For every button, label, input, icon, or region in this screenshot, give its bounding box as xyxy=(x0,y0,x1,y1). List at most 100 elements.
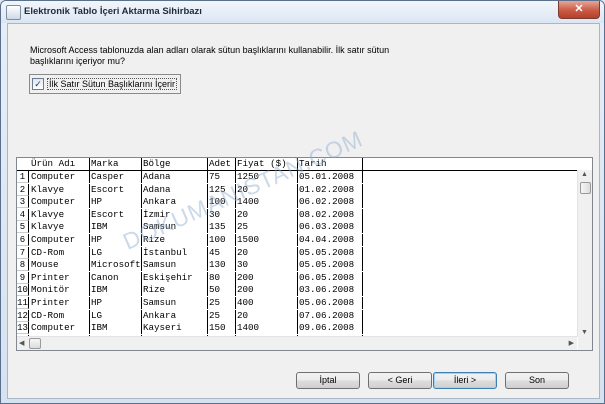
scroll-left-icon[interactable]: ◀ xyxy=(19,339,24,347)
table-cell: İzmir xyxy=(142,208,208,221)
grid-header: Ürün Adı Marka Bölge Adet Fiyat ($) Tarih xyxy=(17,158,577,171)
table-cell: 75 xyxy=(208,171,236,183)
table-cell: IBM xyxy=(90,284,142,297)
back-button[interactable]: < Geri xyxy=(368,372,432,389)
row-number[interactable]: 3 xyxy=(17,196,29,209)
table-cell: Kayseri xyxy=(142,322,208,335)
table-cell: HP xyxy=(90,196,142,209)
table-cell: HP xyxy=(90,297,142,309)
table-cell: 25 xyxy=(236,221,298,234)
column-header-tarih[interactable]: Tarih xyxy=(298,158,363,170)
scrollbar-corner xyxy=(578,337,592,350)
table-cell: CD-Rom xyxy=(30,246,90,259)
table-cell: Samsun xyxy=(142,297,208,309)
row-number[interactable]: 13 xyxy=(17,322,29,335)
row-number[interactable]: 9 xyxy=(17,271,29,284)
table-cell: 06.02.2008 xyxy=(298,196,363,209)
table-cell: 05.06.2008 xyxy=(298,297,363,309)
table-cell: 135 xyxy=(208,221,236,234)
table-cell: Adana xyxy=(142,183,208,196)
table-cell: 20 xyxy=(236,183,298,196)
table-cell: 20 xyxy=(236,208,298,221)
table-cell: 400 xyxy=(236,297,298,309)
wizard-body: Microsoft Access tablonuzda alan adları … xyxy=(7,23,600,399)
table-cell: 30 xyxy=(236,259,298,272)
table-cell: IBM xyxy=(90,322,142,335)
table-cell: HP xyxy=(90,234,142,246)
row-number[interactable]: 11 xyxy=(17,297,29,309)
finish-button[interactable]: Son xyxy=(505,372,569,389)
scroll-down-icon[interactable]: ▼ xyxy=(581,329,588,336)
table-cell: IBM xyxy=(90,221,142,234)
table-cell: 200 xyxy=(236,284,298,297)
table-cell: 06.03.2008 xyxy=(298,221,363,234)
vertical-scrollbar[interactable]: ▲ ▼ xyxy=(577,170,592,337)
title-bar[interactable]: Elektronik Tablo İçeri Aktarma Sihirbazı… xyxy=(1,1,604,23)
table-cell: 06.05.2008 xyxy=(298,271,363,284)
table-cell: Samsun xyxy=(142,221,208,234)
table-cell: Computer xyxy=(30,234,90,246)
table-cell: 130 xyxy=(208,259,236,272)
table-cell: 100 xyxy=(208,196,236,209)
table-cell: Printer xyxy=(30,297,90,309)
close-button[interactable]: ✕ xyxy=(558,1,600,19)
row-number[interactable]: 12 xyxy=(17,309,29,322)
table-cell: 20 xyxy=(236,309,298,322)
table-cell: 08.02.2008 xyxy=(298,208,363,221)
table-cell: 1250 xyxy=(236,171,298,183)
header-checkbox-group: ✓ İlk Satır Sütun Başlıklarını İçerir xyxy=(29,74,181,94)
row-number[interactable]: 8 xyxy=(17,259,29,272)
vertical-scroll-thumb[interactable] xyxy=(580,182,591,194)
table-cell: 200 xyxy=(236,271,298,284)
row-number[interactable]: 10 xyxy=(17,284,29,297)
wizard-window: Elektronik Tablo İçeri Aktarma Sihirbazı… xyxy=(0,0,605,404)
horizontal-scrollbar[interactable]: ◀ ▶ xyxy=(17,336,577,350)
horizontal-scroll-thumb[interactable] xyxy=(29,338,41,349)
header-checkbox[interactable]: ✓ xyxy=(32,78,44,90)
column-header-marka[interactable]: Marka xyxy=(90,158,142,170)
table-cell: Klavye xyxy=(30,221,90,234)
row-number[interactable]: 7 xyxy=(17,246,29,259)
table-cell: 30 xyxy=(208,208,236,221)
next-button[interactable]: İleri > xyxy=(433,372,497,389)
scroll-up-icon[interactable]: ▲ xyxy=(581,171,588,178)
window-title: Elektronik Tablo İçeri Aktarma Sihirbazı xyxy=(24,6,202,17)
column-header-fiyat[interactable]: Fiyat ($) xyxy=(236,158,298,170)
column-header-bolge[interactable]: Bölge xyxy=(142,158,208,170)
table-cell: 04.04.2008 xyxy=(298,234,363,246)
table-cell: 1400 xyxy=(236,322,298,335)
table-cell: 05.05.2008 xyxy=(298,259,363,272)
table-cell: Eskişehir xyxy=(142,271,208,284)
table-cell: 09.06.2008 xyxy=(298,322,363,335)
table-cell: Mouse xyxy=(30,259,90,272)
table-cell: Ankara xyxy=(142,196,208,209)
table-cell: 05.05.2008 xyxy=(298,246,363,259)
column-header-adet[interactable]: Adet xyxy=(208,158,236,170)
row-number[interactable]: 4 xyxy=(17,208,29,221)
table-cell: Samsun xyxy=(142,259,208,272)
table-cell: 1500 xyxy=(236,234,298,246)
column-header-urun-adi[interactable]: Ürün Adı xyxy=(30,158,90,170)
row-number[interactable]: 6 xyxy=(17,234,29,246)
table-cell: Adana xyxy=(142,171,208,183)
table-cell: Computer xyxy=(30,171,90,183)
table-cell: 05.01.2008 xyxy=(298,171,363,183)
row-number[interactable]: 5 xyxy=(17,221,29,234)
scroll-right-icon[interactable]: ▶ xyxy=(569,339,574,347)
table-cell: Computer xyxy=(30,322,90,335)
cancel-button[interactable]: İptal xyxy=(296,372,360,389)
row-number[interactable]: 2 xyxy=(17,183,29,196)
table-cell: Escort xyxy=(90,208,142,221)
table-cell: 03.06.2008 xyxy=(298,284,363,297)
preview-grid[interactable]: Ürün Adı Marka Bölge Adet Fiyat ($) Tarih 1 Co… xyxy=(16,157,593,351)
table-cell: 20 xyxy=(236,246,298,259)
table-cell: LG xyxy=(90,309,142,322)
row-number[interactable]: 1 xyxy=(17,171,29,183)
table-cell: 50 xyxy=(208,284,236,297)
table-cell: 45 xyxy=(208,246,236,259)
table-cell: Ankara xyxy=(142,309,208,322)
table-cell: Monitör xyxy=(30,284,90,297)
description-text: Microsoft Access tablonuzda alan adları … xyxy=(30,45,390,66)
header-checkbox-label[interactable]: İlk Satır Sütun Başlıklarını İçerir xyxy=(47,78,178,90)
table-cell: Escort xyxy=(90,183,142,196)
